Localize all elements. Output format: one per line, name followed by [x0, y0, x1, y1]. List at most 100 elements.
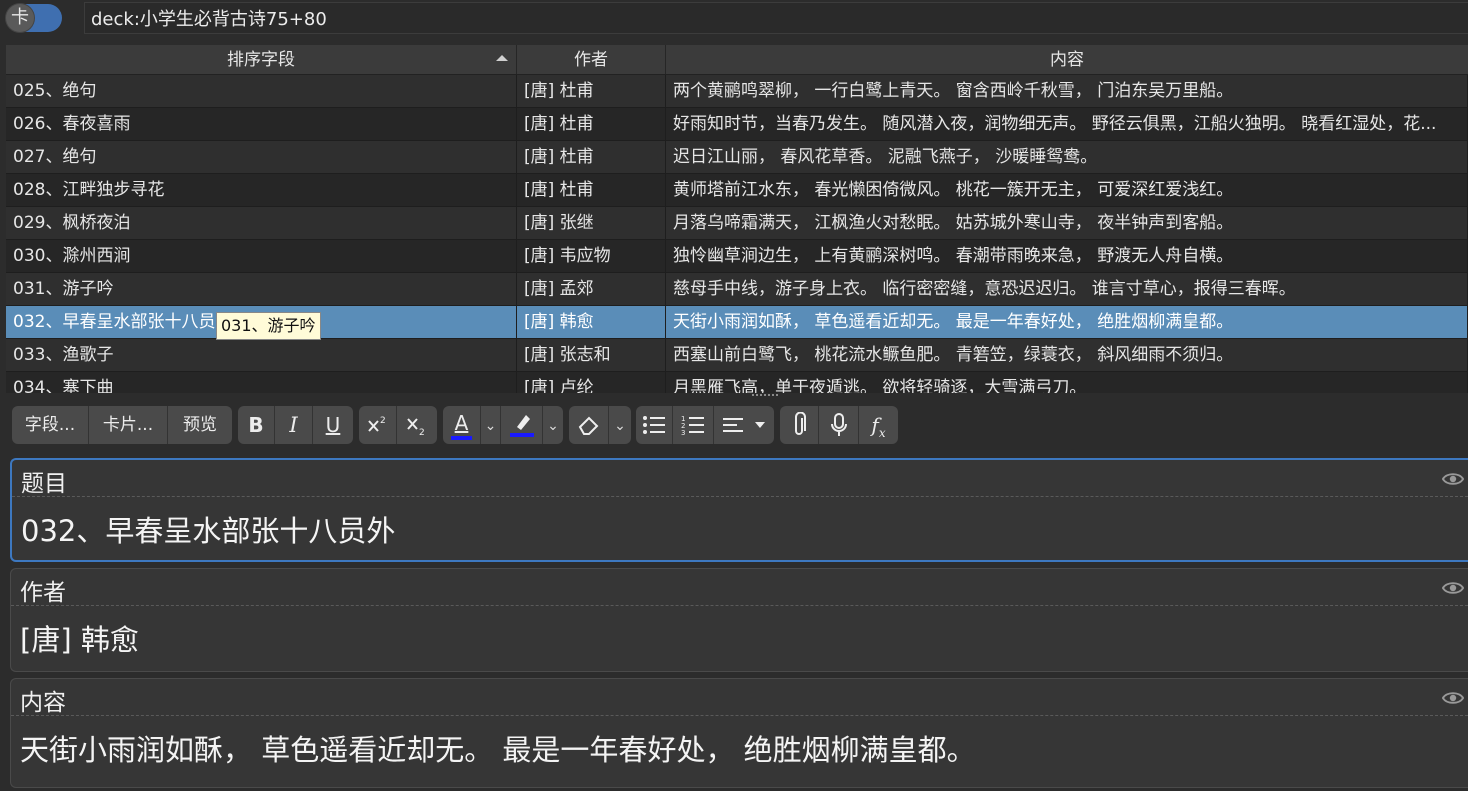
microphone-icon — [830, 413, 847, 436]
field-divider — [11, 605, 1468, 606]
cell-author: [唐] 杜甫 — [517, 174, 666, 206]
column-header-author[interactable]: 作者 — [517, 45, 666, 74]
cell-author: [唐] 张继 — [517, 207, 666, 239]
editor-field: 作者 [唐] 韩愈 — [10, 568, 1468, 672]
eraser-icon — [578, 416, 598, 435]
cell-content: 好雨知时节，当春乃发生。 随风潜入夜，润物细无声。 野径云俱黑，江船火独明。 晓… — [666, 108, 1468, 140]
column-header-label: 排序字段 — [227, 50, 295, 70]
table-row[interactable]: 026、春夜喜雨 [唐] 杜甫 好雨知时节，当春乃发生。 随风潜入夜，润物细无声。 … — [6, 108, 1468, 141]
preview-button[interactable]: 预览 — [168, 406, 232, 444]
highlight-color-dropdown[interactable]: ⌄ — [543, 406, 563, 444]
numbered-list-button[interactable]: 123 — [673, 406, 714, 444]
field-label: 内容 — [20, 690, 66, 716]
column-header-label: 作者 — [574, 50, 608, 70]
column-header-content[interactable]: 内容 — [666, 45, 1468, 74]
clear-formatting-dropdown[interactable]: ⌄ — [609, 406, 631, 444]
clear-formatting-button[interactable] — [569, 406, 609, 444]
search-bar: 卡 — [0, 0, 1468, 40]
table-row[interactable]: 029、枫桥夜泊 [唐] 张继 月落乌啼霜满天， 江枫渔火对愁眠。 姑苏城外寒山寺，… — [6, 207, 1468, 240]
highlight-color-button[interactable] — [501, 406, 543, 444]
numbered-list-icon: 123 — [681, 415, 704, 437]
text-color-glyph: A — [454, 411, 469, 435]
cell-sort-field: 026、春夜喜雨 — [6, 108, 517, 140]
eye-icon[interactable] — [1442, 577, 1464, 599]
table-row[interactable]: 030、滁州西涧 [唐] 韦应物 独怜幽草涧边生， 上有黄鹂深树鸣。 春潮带雨晚来急… — [6, 240, 1468, 273]
field-input[interactable]: 032、早春呈水部张十八员外 — [21, 508, 395, 550]
chevron-down-icon: ⌄ — [614, 418, 626, 434]
field-divider — [12, 496, 1468, 497]
bullet-list-icon — [643, 416, 665, 434]
superscript-button[interactable]: 2 — [359, 406, 397, 444]
browse-window: 卡 排序字段 作者 内容 025、绝句[唐] 杜甫两个黄鹂鸣翠柳， 一行白鹭上青… — [0, 0, 1468, 791]
svg-text:2: 2 — [419, 428, 425, 437]
cell-author: [唐] 韩愈 — [517, 306, 666, 338]
text-color-icon: A — [450, 411, 473, 440]
table-row[interactable]: 033、渔歌子 [唐] 张志和 西塞山前白鹭飞， 桃花流水鳜鱼肥。 青箬笠，绿蓑衣，… — [6, 339, 1468, 372]
bullet-list-button[interactable] — [636, 406, 673, 444]
chevron-down-icon — [754, 422, 765, 428]
subscript-icon: 2 — [407, 418, 425, 438]
fields-button[interactable]: 字段... — [12, 406, 89, 444]
table-row[interactable]: 028、江畔独步寻花 [唐] 杜甫 黄师塔前江水东， 春光懒困倚微风。 桃花一簇开无… — [6, 174, 1468, 207]
cell-content: 月黑雁飞高，单于夜遁逃。 欲将轻骑逐，大雪满弓刀。 — [666, 372, 1468, 393]
field-divider — [11, 715, 1468, 716]
function-icon: fx — [871, 413, 886, 440]
cell-author: [唐] 卢纶 — [517, 372, 666, 393]
chevron-down-icon: ⌄ — [547, 418, 559, 434]
record-audio-button[interactable] — [819, 406, 859, 444]
italic-icon: I — [289, 413, 298, 437]
superscript-icon: 2 — [367, 416, 386, 432]
cell-sort-field: 029、枫桥夜泊 — [6, 207, 517, 239]
cell-sort-field: 034、塞下曲 — [6, 372, 517, 393]
paperclip-icon — [795, 411, 806, 435]
math-button[interactable]: fx — [859, 406, 898, 444]
table-row[interactable]: 025、绝句 [唐] 杜甫 两个黄鹂鸣翠柳， 一行白鹭上青天。 窗含西岭千秋雪， 门… — [6, 75, 1468, 108]
underline-button[interactable]: U — [313, 406, 353, 444]
cell-author: [唐] 杜甫 — [517, 75, 666, 107]
table-row[interactable]: 027、绝句 [唐] 杜甫 迟日江山丽， 春风花草香。 泥融飞燕子， 沙暖睡鸳鸯。 — [6, 141, 1468, 174]
italic-button[interactable]: I — [275, 406, 313, 444]
editor-field: 题目 032、早春呈水部张十八员外 — [10, 458, 1468, 562]
cell-author: [唐] 孟郊 — [517, 273, 666, 305]
bold-icon: B — [248, 413, 264, 437]
cell-author: [唐] 张志和 — [517, 339, 666, 371]
attach-button[interactable] — [780, 406, 819, 444]
cards-notes-toggle[interactable]: 卡 — [6, 4, 62, 32]
highlighter-icon — [509, 415, 534, 437]
cell-content: 独怜幽草涧边生， 上有黄鹂深树鸣。 春潮带雨晚来急， 野渡无人舟自横。 — [666, 240, 1468, 272]
table-row[interactable]: 031、游子吟 [唐] 孟郊 慈母手中线，游子身上衣。 临行密密缝，意恐迟迟归。 谁… — [6, 273, 1468, 306]
cell-sort-field: 025、绝句 — [6, 75, 517, 107]
cell-content: 两个黄鹂鸣翠柳， 一行白鹭上青天。 窗含西岭千秋雪， 门泊东吴万里船。 — [666, 75, 1468, 107]
field-input[interactable]: [唐] 韩愈 — [20, 617, 139, 659]
underline-icon: U — [325, 413, 341, 437]
search-input[interactable] — [84, 2, 1468, 34]
table-row[interactable]: 034、塞下曲 [唐] 卢纶 月黑雁飞高，单于夜遁逃。 欲将轻骑逐，大雪满弓刀。 — [6, 372, 1468, 393]
cell-sort-field: 033、渔歌子 — [6, 339, 517, 371]
text-color-dropdown[interactable]: ⌄ — [481, 406, 501, 444]
cell-content: 天街小雨润如酥， 草色遥看近却无。 最是一年春好处， 绝胜烟柳满皇都。 — [666, 306, 1468, 338]
cell-content: 西塞山前白鹭飞， 桃花流水鳜鱼肥。 青箬笠，绿蓑衣， 斜风细雨不须归。 — [666, 339, 1468, 371]
card-table: 排序字段 作者 内容 025、绝句 [唐] 杜甫 两个黄鹂鸣翠柳， 一行白鹭上青天。… — [6, 45, 1468, 393]
cell-content: 迟日江山丽， 春风花草香。 泥融飞燕子， 沙暖睡鸳鸯。 — [666, 141, 1468, 173]
column-header-label: 内容 — [1050, 50, 1084, 70]
tooltip: 031、游子吟 — [216, 312, 321, 340]
cell-author: [唐] 杜甫 — [517, 108, 666, 140]
eye-icon[interactable] — [1442, 468, 1464, 490]
cell-content: 黄师塔前江水东， 春光懒困倚微风。 桃花一簇开无主， 可爱深红爱浅红。 — [666, 174, 1468, 206]
editor-toolbar: 字段... 卡片... 预览 B I U 2 2 A ⌄ ⌄ ⌄ 1 2 3 f… — [0, 400, 1468, 450]
cards-button[interactable]: 卡片... — [89, 406, 168, 444]
table-header: 排序字段 作者 内容 — [6, 45, 1468, 75]
cell-content: 月落乌啼霜满天， 江枫渔火对愁眠。 姑苏城外寒山寺， 夜半钟声到客船。 — [666, 207, 1468, 239]
text-color-button[interactable]: A — [443, 406, 481, 444]
cell-author: [唐] 韦应物 — [517, 240, 666, 272]
bold-button[interactable]: B — [238, 406, 275, 444]
field-input[interactable]: 天街小雨润如酥， 草色遥看近却无。 最是一年春好处， 绝胜烟柳满皇都。 — [20, 727, 976, 769]
svg-text:3: 3 — [681, 429, 685, 436]
eye-icon[interactable] — [1442, 687, 1464, 709]
subscript-button[interactable]: 2 — [397, 406, 437, 444]
column-header-sort-field[interactable]: 排序字段 — [6, 45, 517, 74]
alignment-button[interactable] — [714, 406, 774, 444]
toggle-label: 卡 — [6, 4, 34, 32]
cell-author: [唐] 杜甫 — [517, 141, 666, 173]
svg-text:2: 2 — [380, 416, 386, 426]
